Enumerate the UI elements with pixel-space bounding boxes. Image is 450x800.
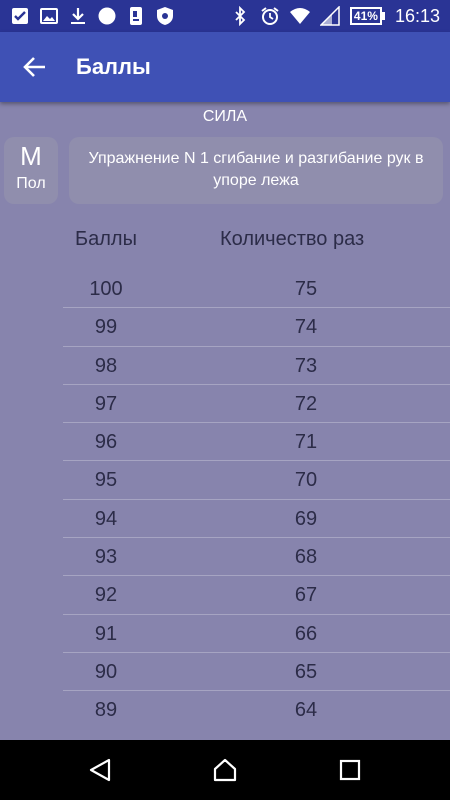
column-header-score: Баллы	[75, 228, 137, 250]
table-row: 92 67	[63, 576, 450, 615]
bluetooth-icon	[230, 6, 250, 26]
count-cell: 70	[294, 469, 318, 492]
image-icon	[39, 6, 59, 26]
count-cell: 72	[294, 392, 318, 415]
score-cell: 92	[94, 584, 118, 607]
score-cell: 100	[89, 278, 123, 300]
clock: 16:13	[394, 6, 440, 26]
score-cell: 95	[94, 469, 118, 492]
navigation-bar	[0, 740, 450, 800]
score-cell: 94	[94, 507, 118, 530]
system-icons: 41% 16:13	[230, 5, 440, 27]
count-cell: 73	[294, 354, 318, 377]
score-cell: 90	[94, 660, 118, 683]
count-cell: 75	[294, 278, 318, 300]
count-cell: 71	[294, 431, 318, 454]
download-icon	[68, 6, 88, 26]
nav-recent-apps-icon[interactable]	[337, 757, 363, 783]
gender-letter: М	[20, 141, 42, 171]
battery-indicator: 41%	[349, 6, 385, 26]
gender-selector[interactable]: М Пол	[4, 137, 58, 204]
count-cell: 64	[294, 699, 318, 722]
table-row: 95 70	[63, 461, 450, 500]
phone-app-icon	[126, 6, 146, 26]
score-cell: 97	[94, 392, 118, 415]
wifi-icon	[289, 6, 310, 26]
back-arrow-icon[interactable]	[20, 52, 50, 82]
score-cell: 99	[94, 316, 118, 339]
table-row: 90 65	[63, 653, 450, 692]
score-cell: 93	[94, 546, 118, 569]
count-cell: 65	[294, 660, 318, 683]
count-cell: 69	[294, 507, 318, 530]
checkbox-icon	[10, 6, 30, 26]
notification-icons	[10, 6, 175, 26]
table-row: 96 71	[63, 423, 450, 462]
table-row: 97 72	[63, 385, 450, 424]
column-header-count: Количество раз	[220, 228, 365, 250]
table-row: 89 64	[63, 691, 450, 729]
shield-icon	[155, 6, 175, 26]
count-cell: 68	[294, 546, 318, 569]
table-row: 98 73	[63, 347, 450, 385]
table-row: 94 69	[63, 500, 450, 539]
circle-icon	[97, 6, 117, 26]
table-row: 100 75	[63, 270, 450, 309]
section-title: СИЛА	[202, 108, 248, 125]
score-cell: 98	[94, 354, 118, 377]
count-cell: 66	[294, 622, 318, 645]
battery-tip	[381, 12, 385, 20]
alarm-icon	[260, 6, 280, 26]
status-bar: 41% 16:13	[0, 0, 450, 32]
gender-label: Пол	[16, 175, 46, 192]
count-cell: 74	[294, 316, 318, 339]
table-row: 93 68	[63, 538, 450, 577]
score-cell: 89	[94, 699, 118, 722]
nav-home-icon[interactable]	[212, 757, 238, 783]
score-cell: 91	[94, 622, 118, 645]
exercise-selector[interactable]: Упражнение N 1 сгибание и разгибание рук…	[69, 137, 443, 204]
signal-icon	[319, 6, 340, 26]
nav-back-icon[interactable]	[87, 757, 113, 783]
page-title: Баллы	[76, 54, 151, 79]
battery-percent: 41%	[349, 7, 382, 25]
table-row: 91 66	[63, 615, 450, 653]
score-table: 100 75 99 74 98 73 97 72 96 71 95 70 94 69 93 68…	[63, 270, 450, 730]
app-bar: Баллы	[0, 32, 450, 102]
count-cell: 67	[294, 584, 318, 607]
table-row: 99 74	[63, 308, 450, 347]
score-cell: 96	[94, 431, 118, 454]
